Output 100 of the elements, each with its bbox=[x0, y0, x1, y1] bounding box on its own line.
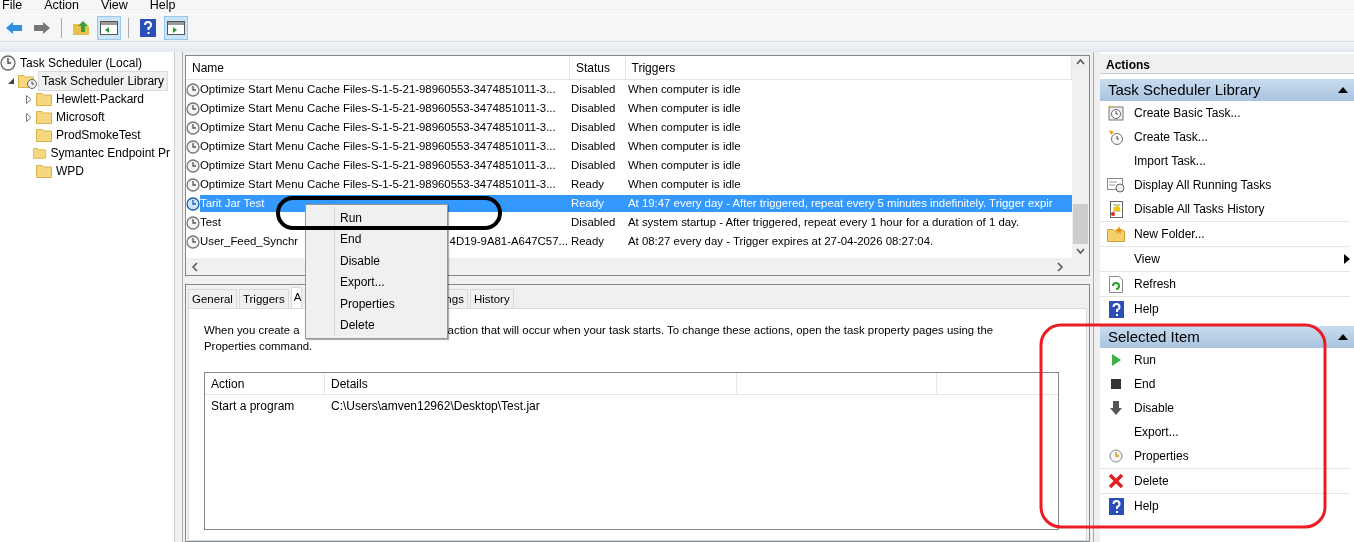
table-cell: Ready bbox=[571, 234, 604, 247]
tab[interactable]: Triggers bbox=[238, 289, 289, 308]
pane-title: Actions bbox=[1100, 54, 1354, 74]
column-header[interactable]: Action bbox=[211, 374, 245, 393]
tree-item[interactable]: Microsoft bbox=[52, 107, 109, 127]
section-header[interactable]: Selected Item bbox=[1100, 326, 1354, 348]
column-header[interactable]: Name bbox=[192, 58, 224, 77]
help-icon bbox=[1108, 497, 1124, 515]
menu-item[interactable]: Delete bbox=[308, 314, 445, 336]
action-link[interactable]: Help bbox=[1100, 297, 1350, 321]
action-link[interactable]: Export... bbox=[1100, 420, 1350, 444]
new-folder-icon bbox=[1107, 226, 1125, 242]
action-link[interactable]: Help bbox=[1100, 494, 1350, 518]
help-icon bbox=[1108, 300, 1124, 318]
submenu-arrow-icon bbox=[1344, 254, 1350, 264]
action-link[interactable]: Disable bbox=[1100, 396, 1350, 420]
folder-icon bbox=[36, 110, 52, 124]
table-cell: When computer is idle bbox=[628, 158, 741, 171]
clock-icon bbox=[186, 196, 200, 211]
action-link[interactable]: Import Task... bbox=[1100, 149, 1350, 173]
history-log-icon bbox=[1108, 200, 1124, 218]
scroll-thumb[interactable] bbox=[1073, 204, 1088, 244]
menu-item[interactable]: Export... bbox=[308, 271, 445, 293]
column-header[interactable]: Details bbox=[331, 374, 368, 393]
tree-item[interactable]: Symantec Endpoint Pr bbox=[46, 143, 174, 163]
menu-item[interactable]: Help bbox=[147, 0, 184, 14]
action-link[interactable]: Delete bbox=[1100, 469, 1350, 493]
pane-toggle-icon[interactable] bbox=[167, 21, 185, 35]
folder-up-icon[interactable] bbox=[72, 20, 90, 36]
expanded-arrow-icon[interactable] bbox=[7, 77, 15, 85]
folder-icon bbox=[36, 128, 52, 142]
table-cell[interactable]: Test bbox=[200, 213, 221, 232]
action-link[interactable]: End bbox=[1100, 372, 1350, 396]
action-link[interactable]: Properties bbox=[1100, 444, 1350, 468]
column-header[interactable]: Status bbox=[575, 58, 610, 77]
tree-item[interactable]: Task Scheduler Library bbox=[38, 71, 169, 91]
description-text: When you create a bbox=[204, 323, 300, 338]
tree-item[interactable]: Task Scheduler (Local) bbox=[16, 53, 147, 73]
table-cell[interactable]: Optimize Start Menu Cache Files-S-1-5-21-98960553-3474851011-3... bbox=[200, 99, 556, 118]
table-cell-text: 4D19-9A81-A647C57... bbox=[449, 233, 568, 249]
table-cell: Start a program bbox=[211, 399, 295, 413]
collapsed-arrow-icon[interactable] bbox=[26, 112, 32, 122]
menu-item[interactable]: End bbox=[308, 228, 445, 250]
table-cell[interactable]: Optimize Start Menu Cache Files-S-1-5-21-98960553-3474851011-3... bbox=[200, 80, 556, 99]
help-icon[interactable] bbox=[140, 19, 156, 37]
collapsed-arrow-icon[interactable] bbox=[26, 94, 32, 104]
table-cell: When computer is idle bbox=[628, 82, 741, 95]
tree-item[interactable]: Hewlett-Packard bbox=[52, 89, 149, 109]
tab[interactable]: History bbox=[469, 289, 514, 308]
end-icon bbox=[1110, 378, 1122, 390]
menu-item[interactable]: Disable bbox=[308, 250, 445, 272]
run-icon bbox=[1110, 353, 1122, 367]
section-header[interactable]: Task Scheduler Library bbox=[1100, 79, 1354, 101]
refresh-icon bbox=[1109, 275, 1123, 293]
table-cell[interactable]: User_Feed_Synchr bbox=[200, 232, 299, 251]
table-cell: Disabled bbox=[571, 215, 616, 228]
table-cell[interactable]: Optimize Start Menu Cache Files-S-1-5-21-98960553-3474851011-3... bbox=[200, 175, 556, 194]
table-cell: Disabled bbox=[571, 82, 616, 95]
tab[interactable]: A bbox=[290, 287, 303, 308]
running-tasks-icon bbox=[1107, 177, 1125, 193]
tree-item[interactable]: WPD bbox=[52, 161, 88, 181]
action-link[interactable]: Display All Running Tasks bbox=[1100, 173, 1350, 197]
table-cell[interactable]: Optimize Start Menu Cache Files-S-1-5-21-98960553-3474851011-3... bbox=[200, 156, 556, 175]
table-cell[interactable]: Optimize Start Menu Cache Files-S-1-5-21-98960553-3474851011-3... bbox=[200, 137, 556, 156]
delete-icon bbox=[1108, 473, 1124, 489]
table-cell: Ready bbox=[571, 177, 604, 190]
action-link[interactable]: Disable All Tasks History bbox=[1100, 197, 1350, 221]
column-header[interactable]: Triggers bbox=[631, 58, 676, 77]
collapse-arrow-icon[interactable] bbox=[1338, 87, 1348, 93]
action-link[interactable]: New Folder... bbox=[1100, 222, 1350, 246]
menu-item[interactable]: File bbox=[0, 0, 31, 14]
table-cell: At system startup - After triggered, repeat every 1 hour for a duration of 1 day. bbox=[628, 215, 1020, 228]
description-text: action that will occur when your task starts. To change these actions, open the task property pages using the bbox=[447, 323, 994, 338]
tab[interactable]: General bbox=[188, 289, 237, 308]
menu-item[interactable]: View bbox=[98, 0, 136, 14]
table-cell: When computer is idle bbox=[628, 139, 741, 152]
action-link[interactable]: Refresh bbox=[1100, 272, 1350, 296]
pane-toggle-icon[interactable] bbox=[100, 21, 118, 35]
tree-item[interactable]: ProdSmokeTest bbox=[52, 125, 145, 145]
collapse-arrow-icon[interactable] bbox=[1338, 334, 1348, 340]
folder-icon bbox=[36, 164, 52, 178]
table-cell: At 19:47 every day - After triggered, repeat every 5 minutes indefinitely. Trigger expir bbox=[628, 196, 1053, 209]
table-cell[interactable]: Optimize Start Menu Cache Files-S-1-5-21-98960553-3474851011-3... bbox=[200, 118, 556, 137]
table-cell: Disabled bbox=[571, 120, 616, 133]
action-link[interactable]: Create Task... bbox=[1100, 125, 1350, 149]
table-cell: At 08:27 every day - Trigger expires at 27-04-2026 08:27:04. bbox=[628, 234, 934, 247]
forward-arrow-icon[interactable] bbox=[33, 21, 51, 35]
table-cell: Disabled bbox=[571, 101, 616, 114]
description-text: Properties command. bbox=[204, 339, 314, 354]
action-link[interactable]: Create Basic Task... bbox=[1100, 101, 1350, 125]
menu-item[interactable]: Properties bbox=[308, 293, 445, 315]
action-link[interactable]: Run bbox=[1100, 348, 1350, 372]
back-arrow-icon[interactable] bbox=[5, 21, 23, 35]
create-task-icon bbox=[1108, 129, 1124, 145]
table-cell: Disabled bbox=[571, 139, 616, 152]
menu-item[interactable]: Action bbox=[42, 0, 87, 14]
action-link[interactable]: View bbox=[1100, 247, 1350, 271]
clock-icon bbox=[1109, 449, 1123, 463]
clock-icon bbox=[0, 55, 16, 71]
table-cell: When computer is idle bbox=[628, 177, 741, 190]
